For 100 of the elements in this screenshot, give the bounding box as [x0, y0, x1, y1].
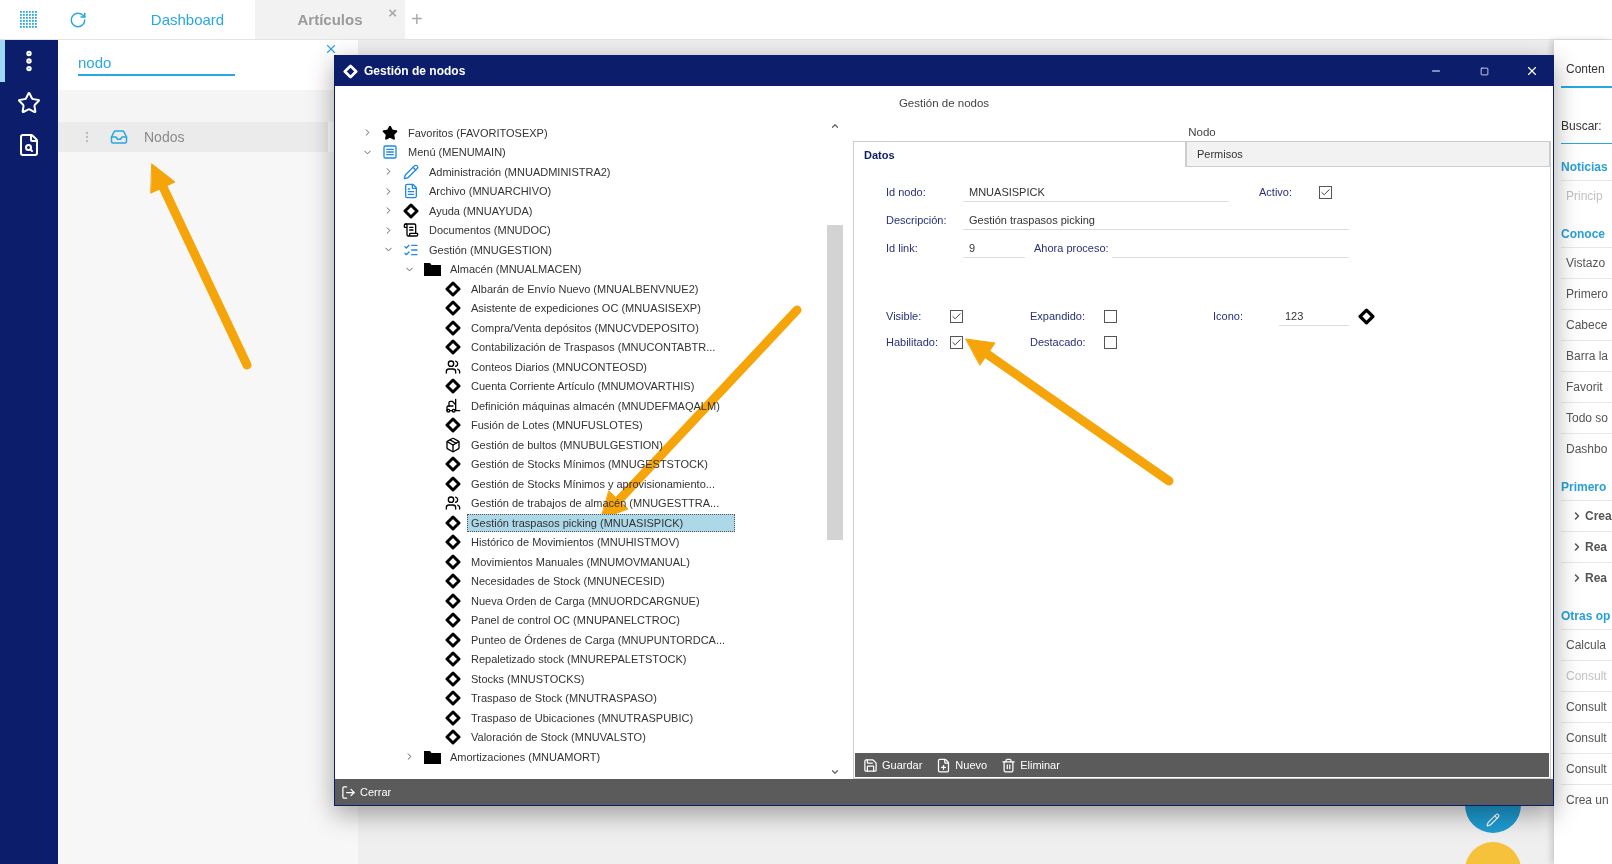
help-link[interactable]: Todo so — [1561, 402, 1612, 433]
text-field[interactable]: MNUASISPICK — [963, 182, 1229, 202]
tree-item[interactable]: Fusión de Lotes (MNUFUSLOTES) — [467, 416, 647, 435]
section-heading: Otras op — [1561, 608, 1612, 625]
help-link[interactable]: Rea — [1561, 562, 1612, 593]
toolbar-button[interactable]: Guardar — [863, 757, 923, 773]
help-link[interactable]: Consult — [1561, 691, 1612, 722]
side-tab[interactable]: Conten — [1561, 52, 1612, 88]
help-link[interactable]: Rea — [1561, 531, 1612, 562]
tree-item[interactable]: Gestión traspasos picking (MNUASISPICK) — [467, 513, 735, 532]
close-icon — [1525, 64, 1539, 78]
tree-item[interactable]: Albarán de Envío Nuevo (MNUALBENVNUE2) — [467, 279, 703, 298]
trash-icon — [1001, 757, 1017, 773]
tree-item[interactable]: Gestión de bultos (MNUBULGESTION) — [467, 435, 667, 454]
toolbar-button[interactable]: Eliminar — [1001, 757, 1060, 773]
help-link[interactable]: Consult — [1561, 753, 1612, 784]
tree-item[interactable]: Contabilización de Traspasos (MNUCONTABTR... — [467, 338, 720, 357]
folder-icon — [423, 749, 441, 764]
field-label: Destacado: — [1030, 336, 1087, 348]
help-link[interactable]: Calcula — [1561, 629, 1612, 660]
tree-item[interactable]: Traspaso de Ubicaciones (MNUTRASPUBIC) — [467, 708, 698, 727]
tree-item[interactable]: Necesidades de Stock (MNUNECESID) — [467, 572, 669, 591]
help-link[interactable]: Crea un — [1561, 784, 1612, 815]
help-link[interactable]: Dashbo — [1561, 433, 1612, 464]
help-link[interactable]: Crea — [1561, 500, 1612, 531]
grid-icon[interactable] — [20, 10, 38, 29]
folder-icon — [423, 262, 441, 277]
tree-item[interactable]: Administración (MNUADMINISTRA2) — [425, 162, 615, 181]
tree-item[interactable]: Movimientos Manuales (MNUMOVMANUAL) — [467, 552, 694, 571]
text-field[interactable]: 123 — [1279, 306, 1349, 326]
new-file-icon — [936, 757, 952, 773]
field-label: Ahora proceso: — [1034, 242, 1110, 254]
diamond-icon — [445, 300, 461, 317]
window-title: Gestión de nodos — [364, 64, 467, 78]
field-label: Descripción: — [886, 214, 948, 226]
checkbox[interactable] — [1319, 185, 1332, 199]
tree-item[interactable]: Gestión (MNUGESTION) — [425, 240, 556, 259]
forklift-icon — [445, 397, 461, 414]
diamond-icon — [445, 456, 461, 473]
diamond-icon — [445, 709, 461, 726]
checkbox[interactable] — [950, 309, 963, 323]
tree-item[interactable]: Menú (MENUMAIN) — [404, 143, 510, 162]
tree-item[interactable]: Favoritos (FAVORITOSEXP) — [404, 123, 552, 142]
tree-item[interactable]: Documentos (MNUDOC) — [425, 221, 555, 240]
tree-item[interactable]: Stocks (MNUSTOCKS) — [467, 669, 589, 688]
tree-item[interactable]: Punteo de Órdenes de Carga (MNUPUNTORDCA... — [467, 630, 730, 649]
tree-item[interactable]: Amortizaciones (MNUAMORT) — [446, 747, 605, 766]
tree-item[interactable]: Traspaso de Stock (MNUTRASPASO) — [467, 689, 661, 708]
diamond-icon — [445, 280, 461, 297]
document-icon — [403, 183, 419, 200]
diamond-icon — [445, 378, 461, 395]
diamond-icon — [445, 670, 461, 687]
help-link[interactable]: Barra la — [1561, 340, 1612, 371]
star-icon[interactable] — [17, 91, 41, 115]
tree-item[interactable]: Nueva Orden de Carga (MNUORDCARGNUE) — [467, 591, 704, 610]
tree-item[interactable]: Valoración de Stock (MNUVALSTO) — [467, 728, 650, 747]
save-icon — [863, 757, 878, 773]
diamond-icon — [445, 612, 461, 629]
tree-item[interactable]: Archivo (MNUARCHIVO) — [425, 182, 556, 201]
help-link[interactable]: Vistazo — [1561, 247, 1612, 278]
diamond-icon — [445, 534, 461, 551]
tree-item[interactable]: Asistente de expediciones OC (MNUASISEXP) — [467, 299, 705, 318]
help-link[interactable]: Cabece — [1561, 309, 1612, 340]
scroll-down-icon[interactable] — [830, 767, 840, 777]
tree-item[interactable]: Histórico de Movimientos (MNUHISTMOV) — [467, 533, 684, 552]
field-label: Id nodo: — [886, 186, 927, 198]
diamond-icon — [445, 573, 461, 590]
tree-item[interactable]: Almacén (MNUALMACEN) — [446, 260, 586, 279]
document-icon — [403, 222, 419, 239]
list-icon — [382, 144, 398, 161]
field-label: Visible: — [886, 310, 923, 322]
field-label: Icono: — [1213, 310, 1244, 322]
close-dialog-button[interactable]: Cerrar — [341, 784, 392, 800]
text-field[interactable]: Gestión traspasos picking — [963, 210, 1349, 230]
checkbox[interactable] — [950, 335, 963, 349]
section-heading: Conoce — [1561, 226, 1606, 243]
diamond-icon — [445, 729, 461, 746]
toolbar-button[interactable]: Nuevo — [936, 757, 988, 773]
refresh-icon[interactable] — [69, 10, 87, 29]
tree-item[interactable]: Cuenta Corriente Artículo (MNUMOVARTHIS) — [467, 377, 699, 396]
help-link[interactable]: Primero — [1561, 278, 1612, 309]
tree-item[interactable]: Compra/Venta depósitos (MNUCVDEPOSITO) — [467, 318, 703, 337]
scroll-up-icon[interactable] — [830, 121, 840, 131]
checkbox[interactable] — [1104, 335, 1117, 349]
field-label: Habilitado: — [886, 336, 939, 348]
tree-item[interactable]: Ayuda (MNUAYUDA) — [425, 201, 537, 220]
help-link[interactable]: Favorit — [1561, 371, 1612, 402]
section-title: Nodo — [1188, 126, 1216, 138]
tree-item[interactable]: Repaletizado stock (MNUREPALETSTOCK) — [467, 650, 691, 669]
field-label: Expandido: — [1030, 310, 1087, 322]
tab[interactable]: Permisos — [1186, 141, 1550, 167]
diamond-icon — [445, 319, 461, 336]
close-icon[interactable] — [324, 42, 338, 56]
tab[interactable]: Datos — [854, 141, 1186, 167]
tree-item[interactable]: Panel de control OC (MNUPANELCTROC) — [467, 611, 684, 630]
help-link[interactable]: Consult — [1561, 722, 1612, 753]
text-field[interactable]: 9 — [963, 238, 1025, 258]
document-search-icon[interactable] — [17, 133, 41, 157]
tree-item[interactable]: Conteos Diarios (MNUCONTEOSD) — [467, 357, 652, 376]
checkbox[interactable] — [1104, 309, 1117, 323]
